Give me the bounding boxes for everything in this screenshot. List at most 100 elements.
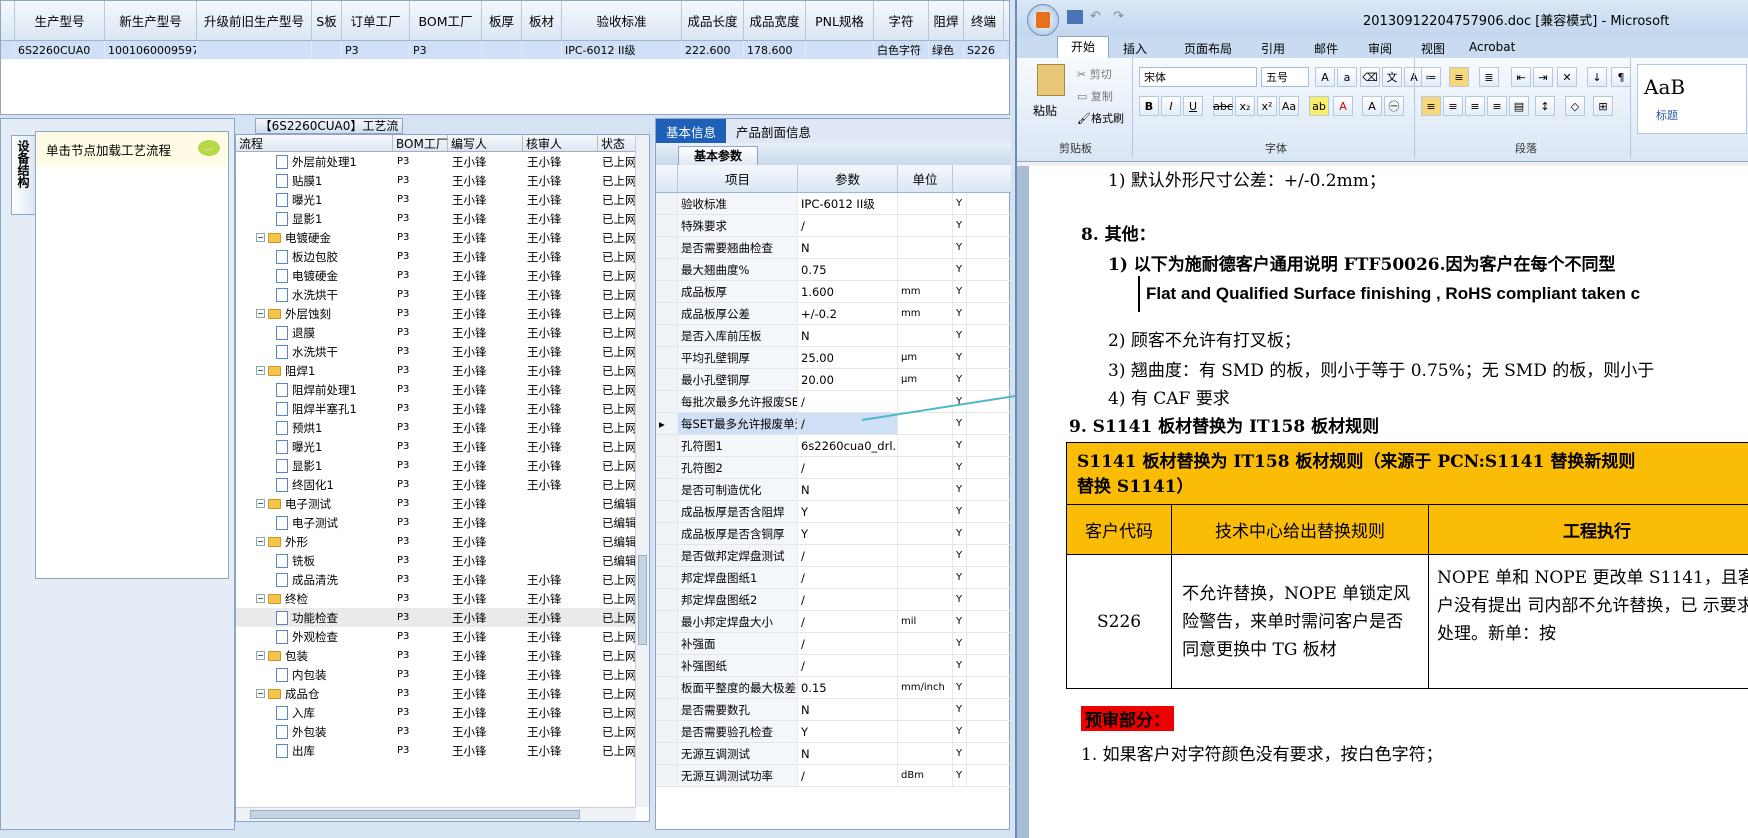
top-cell[interactable] [522, 41, 562, 59]
undo-icon[interactable]: ↶ [1090, 9, 1101, 24]
tree-node[interactable]: − 成品仓 [236, 686, 393, 702]
top-col-header[interactable]: 升级前旧生产型号 [197, 1, 312, 40]
tree-row[interactable]: 显影1 P3 王小锋 王小锋 已上网 [236, 456, 649, 475]
top-cell[interactable]: 178.600 [744, 41, 806, 59]
tree-node[interactable]: 水洗烘干 [236, 287, 393, 303]
top-cell[interactable]: 6S2260CUA0 [15, 41, 105, 59]
line-spacing-icon[interactable]: ↕ [1535, 96, 1555, 116]
param-cell-value[interactable]: Y [798, 721, 898, 742]
param-cell-value[interactable]: 25.00 [798, 347, 898, 368]
tree-node[interactable]: 板边包胶 [236, 249, 393, 265]
tab-home[interactable]: 开始 [1057, 36, 1109, 59]
param-cell-value[interactable]: Y [798, 501, 898, 522]
row-indicator[interactable] [656, 215, 678, 236]
align-left-icon[interactable]: ≡ [1421, 96, 1441, 116]
tree-row[interactable]: 功能检查 P3 王小锋 王小锋 已上网 [236, 608, 649, 627]
param-cell-value[interactable]: / [798, 633, 898, 654]
param-row[interactable]: 邦定焊盘图纸1/ Y [656, 567, 1011, 589]
param-cell-value[interactable]: / [798, 611, 898, 632]
tree-node[interactable]: − 外层蚀刻 [236, 306, 393, 322]
row-indicator[interactable] [656, 501, 678, 522]
borders-icon[interactable]: ⊞ [1593, 96, 1613, 116]
param-row[interactable]: 无源互调测试功率 / dBm Y [656, 765, 1011, 787]
align-right-icon[interactable]: ≡ [1465, 96, 1485, 116]
param-cell-value[interactable]: / [798, 655, 898, 676]
italic-icon[interactable]: I [1161, 96, 1181, 116]
top-col-header[interactable]: BOM工厂 [410, 1, 482, 40]
decrease-indent-icon[interactable]: ⇤ [1511, 67, 1531, 87]
distributed-icon[interactable]: ▤ [1509, 96, 1529, 116]
param-row[interactable]: 无源互调测试 N Y [656, 743, 1011, 765]
tree-node[interactable]: 曝光1 [236, 439, 393, 455]
param-cell-value[interactable]: Y [798, 523, 898, 544]
tree-row[interactable]: 曝光1 P3 王小锋 王小锋 已上网 [236, 190, 649, 209]
tree-node[interactable]: 退膜 [236, 325, 393, 341]
device-structure-tab[interactable]: 设备结构 [11, 135, 35, 215]
top-col-header[interactable]: 生产型号 [15, 1, 105, 40]
tab-page-layout[interactable]: 页面布局 [1184, 40, 1232, 57]
collapse-icon[interactable]: − [256, 499, 265, 508]
param-row[interactable]: 平均孔壁铜厚 25.00 μm Y [656, 347, 1011, 369]
font-size-select[interactable]: 五号 [1261, 67, 1309, 87]
tree-col-header[interactable]: 状态 [598, 135, 638, 151]
row-indicator[interactable]: ▸ [656, 413, 678, 434]
param-row[interactable]: 成品板厚是否含阻焊 Y Y [656, 501, 1011, 523]
tree-row[interactable]: − 电子测试 P3 王小锋 已编辑 [236, 494, 649, 513]
row-indicator[interactable] [656, 325, 678, 346]
param-row[interactable]: 最小邦定焊盘大小 / mil Y [656, 611, 1011, 633]
top-cell[interactable]: 10010600095979 [105, 41, 197, 59]
top-cell[interactable] [312, 41, 342, 59]
tab-acrobat[interactable]: Acrobat [1469, 40, 1515, 54]
shrink-font-icon[interactable]: a [1337, 67, 1357, 87]
font-name-select[interactable]: 宋体 [1139, 67, 1257, 87]
param-cell-value[interactable]: 0.15 [798, 677, 898, 698]
superscript-icon[interactable]: x² [1257, 96, 1277, 116]
tree-node[interactable]: − 终检 [236, 591, 393, 607]
param-grid[interactable]: 项目 参数 单位 验收标准 IPC-6012 II级 Y 特殊要求 / Y 是否需要翘曲检查 N Y… [656, 165, 1011, 787]
top-cell[interactable] [806, 41, 874, 59]
param-cell-value[interactable]: / [798, 545, 898, 566]
grow-font-icon[interactable]: A [1315, 67, 1335, 87]
format-painter-button[interactable]: 🖌格式刷 [1077, 110, 1124, 126]
phonetic-icon[interactable]: 文 [1382, 67, 1402, 87]
char-shading-icon[interactable]: A [1362, 96, 1382, 116]
param-row[interactable]: 成品板厚是否含铜厚 Y Y [656, 523, 1011, 545]
tree-node[interactable]: 成品清洗 [236, 572, 393, 588]
tree-node[interactable]: 显影1 [236, 458, 393, 474]
tree-row[interactable]: − 包装 P3 王小锋 王小锋 已上网 [236, 646, 649, 665]
param-row[interactable]: 特殊要求 / Y [656, 215, 1011, 237]
tree-vertical-scrollbar[interactable] [635, 135, 649, 807]
param-row[interactable]: 是否可制造优化 N Y [656, 479, 1011, 501]
param-grid-body[interactable]: 验收标准 IPC-6012 II级 Y 特殊要求 / Y 是否需要翘曲检查 N Y 最大翘曲度% 0… [656, 193, 1011, 787]
top-cell[interactable]: 222.600 [682, 41, 744, 59]
top-col-header[interactable]: 板厚 [482, 1, 522, 40]
param-cell-value[interactable]: / [798, 589, 898, 610]
param-row[interactable]: 是否做邦定焊盘测试 / Y [656, 545, 1011, 567]
tree-row[interactable]: 电子测试 P3 王小锋 已编辑 [236, 513, 649, 532]
param-cell-value[interactable]: N [798, 479, 898, 500]
top-col-header[interactable]: 成品宽度 [744, 1, 806, 40]
param-row[interactable]: 邦定焊盘图纸2/ Y [656, 589, 1011, 611]
tree-row[interactable]: 预烘1 P3 王小锋 王小锋 已上网 [236, 418, 649, 437]
tree-node[interactable]: − 外形 [236, 534, 393, 550]
tree-node[interactable]: − 包装 [236, 648, 393, 664]
row-indicator[interactable] [656, 765, 678, 786]
tree-scroll-thumb[interactable] [638, 555, 647, 645]
tab-insert[interactable]: 插入 [1123, 40, 1147, 57]
shading-icon[interactable]: ◇ [1565, 96, 1585, 116]
param-row[interactable]: 板面平整度的最大极差 0.15 mm/inch Y [656, 677, 1011, 699]
numbering-icon[interactable]: ≡ [1449, 67, 1469, 87]
tree-row[interactable]: − 外形 P3 王小锋 已编辑 [236, 532, 649, 551]
highlight-icon[interactable]: ab [1309, 96, 1329, 116]
tree-row[interactable]: − 终检 P3 王小锋 王小锋 已上网 [236, 589, 649, 608]
tree-row[interactable]: 外观检查 P3 王小锋 王小锋 已上网 [236, 627, 649, 646]
tree-node[interactable]: 阻焊半塞孔1 [236, 401, 393, 417]
row-indicator[interactable] [656, 303, 678, 324]
align-center-icon[interactable]: ≡ [1443, 96, 1463, 116]
cut-button[interactable]: ✂ 剪切 [1077, 66, 1112, 82]
row-indicator[interactable] [656, 347, 678, 368]
param-cell-value[interactable]: 6s2260cua0_drl... [798, 435, 898, 456]
multilevel-list-icon[interactable]: ≣ [1479, 67, 1499, 87]
param-cell-value[interactable]: N [798, 699, 898, 720]
collapse-icon[interactable]: − [256, 233, 265, 242]
